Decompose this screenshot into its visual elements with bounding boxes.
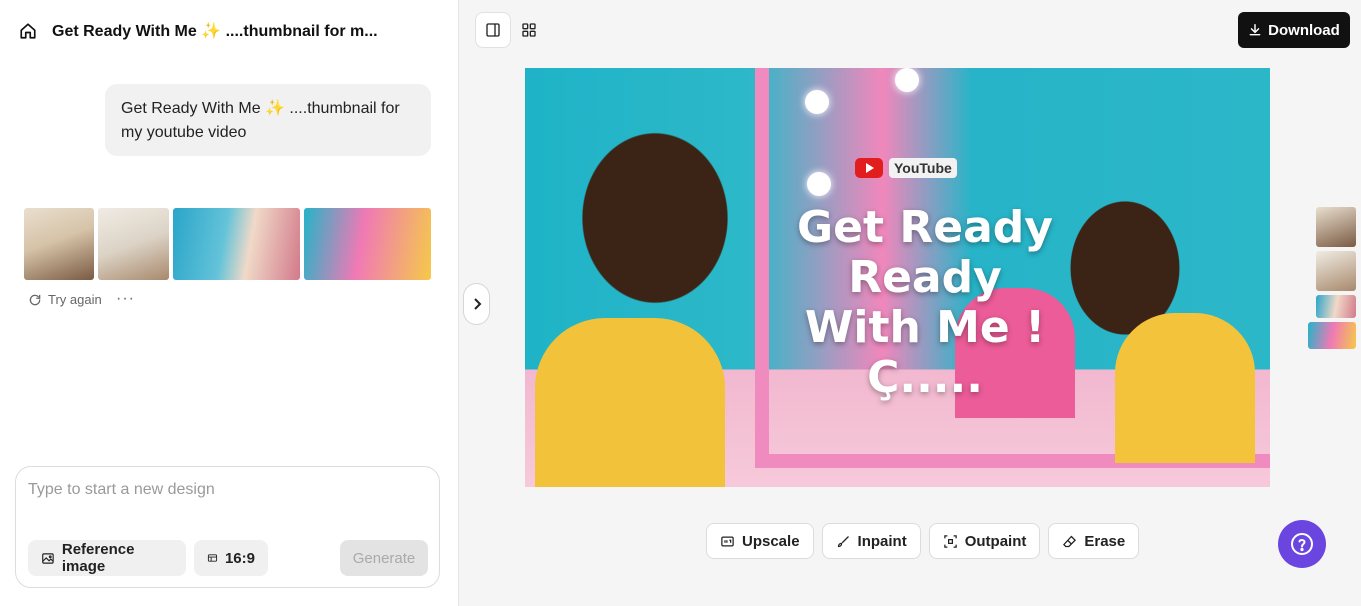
view-toggle [475, 12, 547, 48]
home-icon[interactable] [18, 21, 38, 41]
variant-thumbnail[interactable] [1316, 295, 1356, 318]
aspect-ratio-icon [207, 554, 218, 562]
upscale-button[interactable]: Upscale [706, 523, 814, 559]
variant-thumbnails [1308, 207, 1356, 349]
person-left [535, 318, 725, 487]
variant-thumbnail[interactable] [1308, 322, 1356, 349]
chat-header: Get Ready With Me ✨ ....thumbnail for m.… [18, 18, 378, 44]
result-thumbnail[interactable] [173, 208, 300, 280]
result-thumbnail[interactable] [24, 208, 94, 280]
upscale-label: Upscale [742, 532, 800, 550]
refresh-icon [29, 294, 41, 305]
vanity-bulb [805, 90, 829, 114]
variant-thumbnail[interactable] [1316, 251, 1356, 291]
eraser-icon [1063, 535, 1077, 547]
generated-thumbnail-image: YouTube Get Ready Ready With Me ! Ç..... [525, 68, 1270, 487]
generate-button[interactable]: Generate [340, 540, 428, 576]
erase-label: Erase [1084, 532, 1126, 550]
page-title: Get Ready With Me ✨ ....thumbnail for m.… [52, 23, 378, 40]
help-button[interactable] [1278, 520, 1326, 568]
download-icon [1249, 24, 1261, 36]
chevron-right-icon [473, 298, 481, 310]
erase-button[interactable]: Erase [1048, 523, 1140, 559]
result-thumbnails [24, 208, 431, 280]
outpaint-icon [943, 534, 957, 548]
grid-icon [522, 23, 536, 37]
vanity-bulb [807, 172, 831, 196]
download-button[interactable]: Download [1238, 12, 1350, 48]
canvas-panel: Download YouTube Get Ready Ready With Me… [459, 0, 1361, 606]
single-view-icon [486, 23, 500, 37]
youtube-logo: YouTube [855, 158, 957, 178]
inpaint-label: Inpaint [857, 532, 907, 550]
more-options-button[interactable]: ··· [116, 290, 135, 308]
brush-icon [837, 535, 849, 547]
question-icon [1291, 533, 1313, 555]
overlay-line: Ready [848, 252, 1002, 303]
outpaint-label: Outpaint [964, 532, 1027, 550]
prompt-composer: Reference image 16:9 Generate [15, 466, 440, 588]
prompt-input[interactable] [28, 481, 428, 499]
variant-thumbnail[interactable] [1316, 207, 1356, 247]
reference-image-label: Reference image [61, 541, 135, 575]
overlay-line: With Me ! [804, 302, 1046, 353]
try-again-label: Try again [48, 292, 102, 307]
download-label: Download [1268, 21, 1340, 39]
outpaint-button[interactable]: Outpaint [928, 523, 1041, 559]
expand-panel-button[interactable] [463, 283, 490, 325]
try-again-button[interactable]: Try again [28, 292, 102, 307]
youtube-play-icon [855, 158, 883, 178]
result-thumbnail[interactable] [98, 208, 169, 280]
single-view-button[interactable] [475, 12, 511, 48]
overlay-line: Get Ready [797, 202, 1053, 253]
reference-image-button[interactable]: Reference image [28, 540, 186, 576]
person-right [1115, 313, 1255, 463]
edit-toolbar: Upscale Inpaint Outpaint Erase [706, 523, 1140, 559]
user-message: Get Ready With Me ✨ ....thumbnail for my… [105, 84, 431, 156]
youtube-wordmark: YouTube [889, 158, 957, 178]
vanity-bulb [895, 68, 919, 92]
chat-panel: Get Ready With Me ✨ ....thumbnail for m.… [0, 0, 459, 606]
grid-view-button[interactable] [511, 12, 547, 48]
inpaint-button[interactable]: Inpaint [821, 523, 921, 559]
overlay-line: Ç..... [867, 352, 983, 403]
thumbnail-overlay-text: Get Ready Ready With Me ! Ç..... [725, 203, 1125, 403]
image-icon [42, 552, 54, 564]
upscale-icon [721, 536, 734, 546]
aspect-ratio-button[interactable]: 16:9 [194, 540, 268, 576]
result-thumbnail[interactable] [304, 208, 431, 280]
aspect-ratio-label: 16:9 [224, 549, 255, 567]
